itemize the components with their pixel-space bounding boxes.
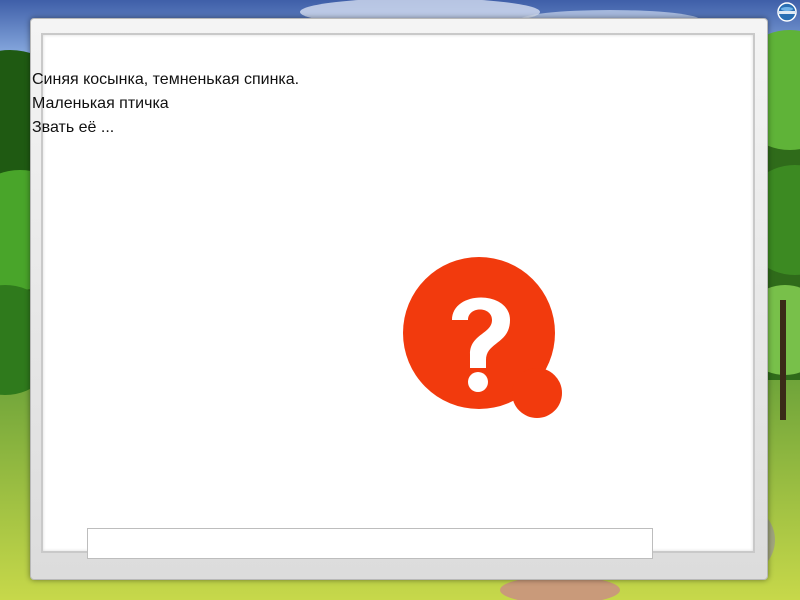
navigation-globe-icon[interactable]: [777, 2, 797, 22]
answer-box[interactable]: [87, 528, 653, 559]
question-mark-icon[interactable]: [402, 254, 568, 420]
riddle-line-3: Звать её ...: [32, 119, 115, 136]
riddle-line-2: Маленькая птичка: [32, 95, 169, 112]
riddle-text: Синяя косынка, темненькая спинка. Малень…: [32, 68, 299, 140]
riddle-line-1: Синяя косынка, темненькая спинка.: [32, 71, 300, 88]
